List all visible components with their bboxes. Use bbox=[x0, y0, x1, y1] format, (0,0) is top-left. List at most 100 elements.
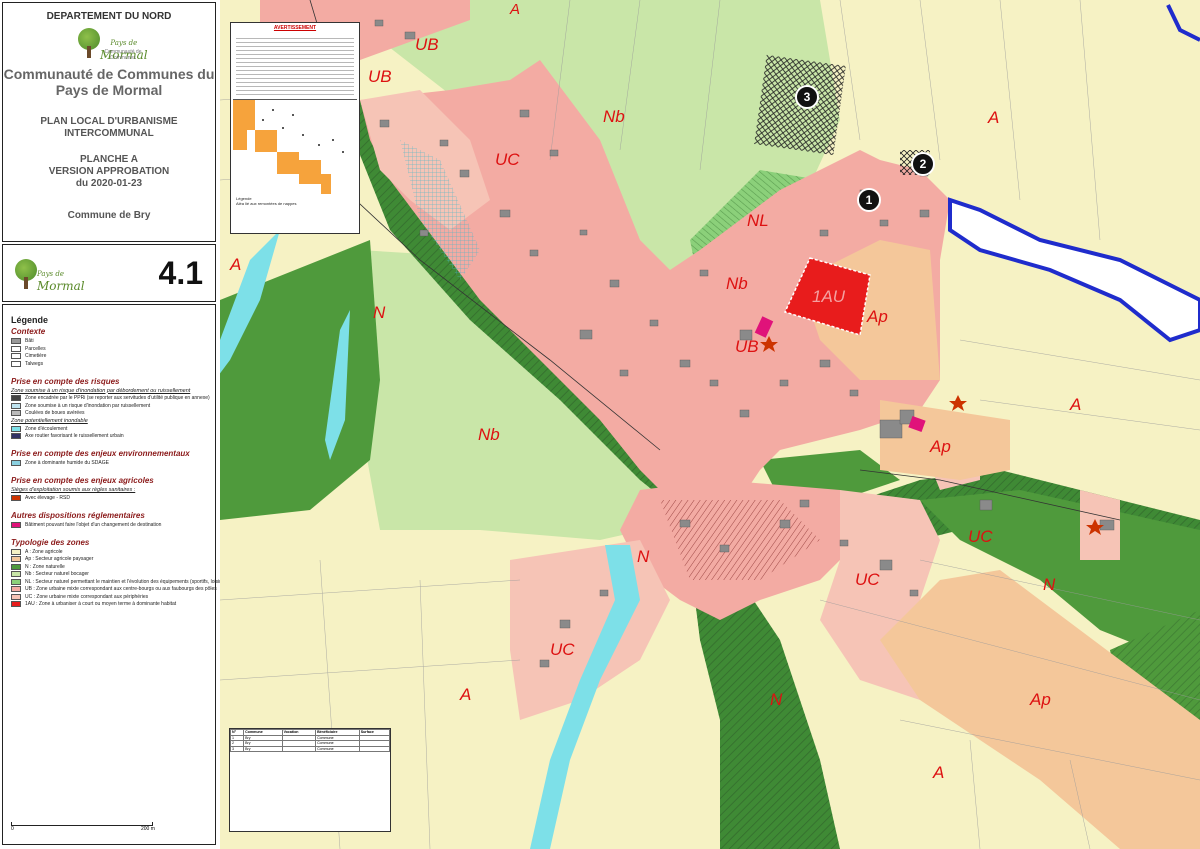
zone-label-uc: UC bbox=[855, 570, 880, 589]
legend-item: Parcelles bbox=[11, 345, 215, 352]
legend-label: Zone d'écoulement bbox=[25, 425, 68, 432]
legend-item: Avec élevage - RSD bbox=[11, 494, 215, 501]
legend-section-other: Autres dispositions réglementaires bbox=[11, 510, 145, 520]
zone-label-ub: UB bbox=[735, 337, 759, 356]
legend-item: Axe routier favorisant le ruissellement … bbox=[11, 433, 215, 439]
commune-name: Commune de Bry bbox=[67, 210, 151, 221]
legend-swatch bbox=[11, 410, 21, 416]
legend-swatch bbox=[11, 395, 21, 401]
legend-panel: Légende Contexte Bâti Parcelles Cimetière T… bbox=[2, 304, 231, 845]
zone-label-nb: Nb bbox=[726, 274, 748, 293]
legend-item: Ap : Secteur agricole paysager bbox=[11, 556, 215, 562]
notice-header: AVERTISSEMENT bbox=[273, 25, 317, 31]
legend-swatch bbox=[11, 556, 21, 562]
zone-label-nl: NL bbox=[747, 211, 769, 230]
zone-label-nb: Nb bbox=[478, 425, 500, 444]
legend-label: A : Zone agricole bbox=[25, 548, 63, 555]
department-label: DEPARTEMENT DU NORD bbox=[46, 11, 172, 22]
legend-item: 1AU : Zone à urbaniser à court ou moyen … bbox=[11, 601, 215, 607]
zone-label-n: N bbox=[1043, 575, 1056, 594]
zone-label-ub: UB bbox=[368, 67, 392, 86]
legend-label: Ap : Secteur agricole paysager bbox=[25, 556, 94, 562]
pays-de-mormal-logo: Pays de Mormal Communauté de Communes bbox=[74, 26, 148, 62]
zone-label-ap: Ap bbox=[866, 307, 888, 326]
parcel-marker-2[interactable]: 2 bbox=[911, 152, 935, 176]
community-title: Communauté de Communes du Pays de Mormal bbox=[3, 66, 215, 98]
legend-label: 1AU : Zone à urbaniser à court ou moyen … bbox=[25, 601, 177, 607]
legend-item: Bâti bbox=[11, 338, 215, 344]
legend-swatch bbox=[11, 338, 21, 344]
zone-label-ub: UB bbox=[415, 35, 439, 54]
legend-label: Zone à dominante humide du SDAGE bbox=[25, 460, 109, 466]
legend-swatch bbox=[11, 586, 21, 592]
legend-label: Coulées de boues avérées bbox=[25, 410, 85, 416]
legend-label: UC : Zone urbaine mixte correspondant au… bbox=[25, 593, 149, 600]
pays-de-mormal-small-logo: Pays de Mormal bbox=[11, 257, 85, 293]
legend-label: Nb : Secteur naturel bocager bbox=[25, 571, 89, 577]
legend-label: Axe routier favorisant le ruissellement … bbox=[25, 433, 124, 439]
zone-label-n: N bbox=[373, 303, 386, 322]
zone-label-a: A bbox=[229, 255, 241, 274]
zone-label-1au: 1AU bbox=[812, 287, 846, 306]
legend-section-risks: Prise en compte des risques bbox=[11, 376, 120, 386]
legend-item: UC : Zone urbaine mixte correspondant au… bbox=[11, 593, 215, 600]
legend-item: Coulées de boues avérées bbox=[11, 410, 215, 416]
sheet-info: PLANCHE A VERSION APPROBATION du 2020-01… bbox=[48, 154, 170, 189]
zone-label-n: N bbox=[637, 547, 650, 566]
parcel-marker-3[interactable]: 3 bbox=[795, 85, 819, 109]
legend-item: Nb : Secteur naturel bocager bbox=[11, 571, 215, 577]
legend-swatch bbox=[11, 425, 21, 432]
zone-label-a: A bbox=[987, 108, 999, 127]
legend-label: Bâtiment pouvant faire l'objet d'un chan… bbox=[25, 521, 162, 528]
legend-swatch bbox=[11, 578, 21, 585]
notice-text-block bbox=[236, 35, 354, 95]
legend-swatch bbox=[11, 548, 21, 555]
legend-section-environment: Prise en compte des enjeux environnement… bbox=[11, 449, 190, 458]
legend-label: N : Zone naturelle bbox=[25, 563, 65, 570]
legend-swatch bbox=[11, 402, 21, 409]
zone-label-ap: Ap bbox=[929, 437, 951, 456]
legend-section-context: Contexte bbox=[11, 327, 46, 336]
zone-label-a: A bbox=[509, 1, 520, 18]
legend-swatch bbox=[11, 571, 21, 577]
legend-section-agriculture: Prise en compte des enjeux agricoles bbox=[11, 476, 154, 485]
legend-swatch bbox=[11, 345, 21, 352]
legend-label: Parcelles bbox=[25, 345, 46, 352]
legend-item: Zone soumise à un risque d'inondation pa… bbox=[11, 402, 215, 409]
plan-name: PLAN LOCAL D'URBANISME INTERCOMMUNAL bbox=[40, 116, 178, 139]
zone-label-uc: UC bbox=[550, 640, 575, 659]
legend-item: Zone d'écoulement bbox=[11, 425, 215, 432]
legend-item: UB : Zone urbaine mixte correspondant au… bbox=[11, 586, 217, 592]
zone-label-n: N bbox=[770, 690, 783, 709]
legend-swatch bbox=[11, 353, 21, 359]
legend-swatch bbox=[11, 460, 21, 466]
legend-label: Cimetière bbox=[25, 353, 47, 359]
plate-number: 4.1 bbox=[158, 255, 203, 291]
zone-label-ap: Ap bbox=[1029, 690, 1051, 709]
legend-item: Cimetière bbox=[11, 353, 215, 359]
legend-label: Zone encadrée par le PPRi (se reporter a… bbox=[25, 395, 210, 401]
legend-swatch bbox=[11, 433, 21, 439]
legend-swatch bbox=[11, 521, 21, 528]
legend-label: UB : Zone urbaine mixte correspondant au… bbox=[25, 586, 217, 592]
legend-label: Avec élevage - RSD bbox=[25, 494, 70, 501]
zoning-map[interactable]: UB UB UB UC UC UC UC Nb Nb Nb NL A A A A… bbox=[220, 0, 1200, 849]
zone-label-uc: UC bbox=[495, 150, 520, 169]
legend-section-zones: Typologie des zones bbox=[11, 537, 90, 547]
legend-item: Bâtiment pouvant faire l'objet d'un chan… bbox=[11, 521, 215, 528]
legend-item: Zone encadrée par le PPRi (se reporter a… bbox=[11, 395, 215, 401]
scale-bar: 0 200 m bbox=[11, 822, 155, 832]
legend-label: Talwegs bbox=[25, 360, 44, 367]
legend-swatch bbox=[11, 360, 21, 367]
table-row: 3 Bry Commune bbox=[229, 745, 391, 753]
zone-label-uc: UC bbox=[968, 527, 993, 546]
legend-label: Zone soumise à un risque d'inondation pa… bbox=[25, 402, 151, 409]
legend-label: NL : Secteur naturel permettant le maint… bbox=[25, 578, 231, 585]
parcel-marker-1[interactable]: 1 bbox=[857, 188, 881, 212]
groundwater-inset-map: Légende Aléa lié aux remontées de nappes bbox=[233, 99, 357, 210]
legend-title: Légende bbox=[11, 315, 49, 325]
legend-label: Bâti bbox=[25, 338, 34, 344]
legend-swatch bbox=[11, 601, 21, 607]
zone-label-a: A bbox=[932, 763, 944, 782]
zone-label-nb: Nb bbox=[603, 107, 625, 126]
